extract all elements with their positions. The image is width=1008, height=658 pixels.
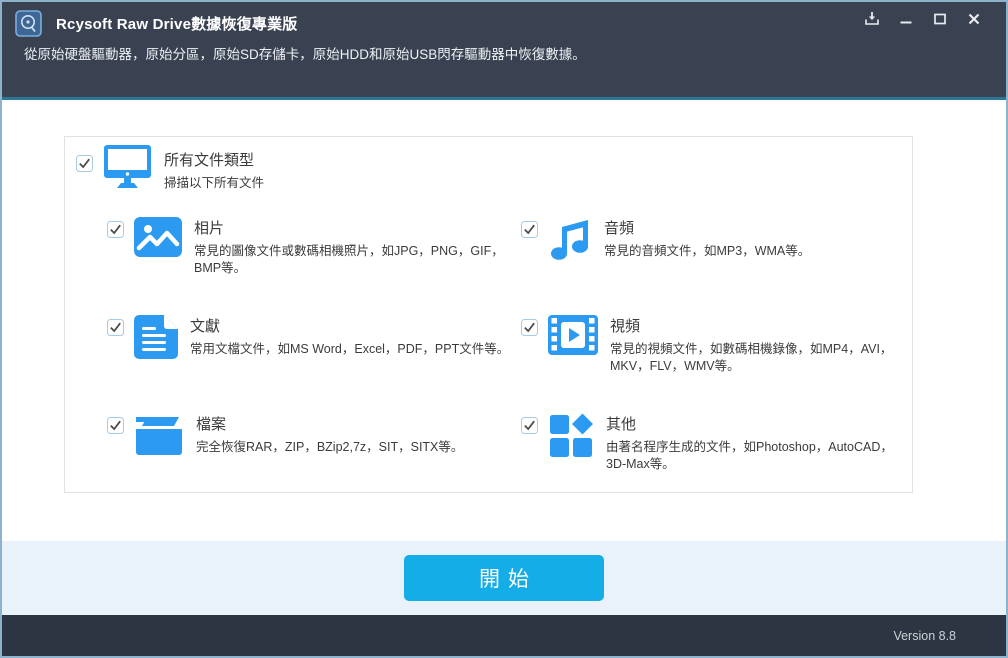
file-type-tile-video: 視頻 常見的視頻文件，如數碼相機錄像，如MP4，AVI，MKV，FLV，WMV等… xyxy=(521,315,906,413)
file-type-label: 相片 xyxy=(194,220,225,237)
monitor-icon xyxy=(104,145,151,194)
checkbox-documents[interactable] xyxy=(107,319,124,336)
file-type-tile-others: 其他 由著名程序生成的文件，如Photoshop，AutoCAD，3D-Max等… xyxy=(521,413,906,511)
version-label: Version 8.8 xyxy=(893,628,956,643)
maximize-icon xyxy=(933,12,947,26)
all-file-types-description: 掃描以下所有文件 xyxy=(164,176,265,190)
close-icon xyxy=(967,12,981,26)
download-icon xyxy=(864,11,880,26)
open-folder-icon xyxy=(134,413,184,460)
file-type-tile-archives: 檔案 完全恢復RAR，ZIP，BZip2,7z，SIT，SITX等。 xyxy=(107,413,521,511)
file-type-label: 文獻 xyxy=(190,318,221,335)
file-type-description: 完全恢復RAR，ZIP，BZip2,7z，SIT，SITX等。 xyxy=(196,440,464,454)
file-type-description: 常見的圖像文件或數碼相機照片，如JPG，PNG，GIF，BMP等。 xyxy=(194,244,504,275)
video-icon xyxy=(548,315,598,360)
main-area: 所有文件類型 掃描以下所有文件 相片 常見的圖像文件或數碼相機照片，如JPG，P… xyxy=(2,100,1006,541)
title-bar: Rcysoft Raw Drive數據恢復專業版 從原始硬盤驅動器，原始分區，原… xyxy=(2,2,1006,97)
file-type-label: 其他 xyxy=(606,416,637,433)
maximize-button[interactable] xyxy=(926,9,953,28)
checkbox-archives[interactable] xyxy=(107,417,124,434)
action-strip: 開始 xyxy=(2,541,1006,615)
minimize-button[interactable] xyxy=(892,9,919,28)
file-type-label: 視頻 xyxy=(610,318,641,335)
download-button[interactable] xyxy=(858,9,885,28)
file-type-description: 由著名程序生成的文件，如Photoshop，AutoCAD，3D-Max等。 xyxy=(606,440,893,471)
window-controls xyxy=(858,9,987,28)
app-logo-icon xyxy=(15,10,42,37)
file-type-tile-photos: 相片 常見的圖像文件或數碼相機照片，如JPG，PNG，GIF，BMP等。 xyxy=(107,217,521,315)
checkbox-others[interactable] xyxy=(521,417,538,434)
file-type-description: 常見的視頻文件，如數碼相機錄像，如MP4，AVI，MKV，FLV，WMV等。 xyxy=(610,342,893,373)
app-title: Rcysoft Raw Drive數據恢復專業版 xyxy=(56,16,298,33)
shapes-grid-icon xyxy=(548,413,594,464)
file-type-tile-documents: 文獻 常用文檔文件，如MS Word，Excel，PDF，PPT文件等。 xyxy=(107,315,521,413)
file-type-description: 常用文檔文件，如MS Word，Excel，PDF，PPT文件等。 xyxy=(190,342,510,356)
start-button[interactable]: 開始 xyxy=(404,555,604,601)
file-type-label: 檔案 xyxy=(196,416,227,433)
checkbox-audio[interactable] xyxy=(521,221,538,238)
file-types-panel: 所有文件類型 掃描以下所有文件 相片 常見的圖像文件或數碼相機照片，如JPG，P… xyxy=(64,136,913,493)
checkbox-all-file-types[interactable] xyxy=(76,155,93,172)
music-note-icon xyxy=(548,217,592,266)
checkbox-photos[interactable] xyxy=(107,221,124,238)
file-type-description: 常見的音頻文件，如MP3，WMA等。 xyxy=(604,244,811,258)
app-subtitle: 從原始硬盤驅動器，原始分區，原始SD存儲卡，原始HDD和原始USB閃存驅動器中恢… xyxy=(24,47,586,62)
all-file-types-label: 所有文件類型 xyxy=(164,152,255,169)
checkbox-video[interactable] xyxy=(521,319,538,336)
file-types-grid: 相片 常見的圖像文件或數碼相機照片，如JPG，PNG，GIF，BMP等。 音頻 … xyxy=(65,199,912,511)
photo-icon xyxy=(134,217,182,262)
close-button[interactable] xyxy=(960,9,987,28)
file-type-label: 音頻 xyxy=(604,220,635,237)
document-icon xyxy=(134,315,178,364)
app-window: Rcysoft Raw Drive數據恢復專業版 從原始硬盤驅動器，原始分區，原… xyxy=(0,0,1008,658)
all-file-types-row: 所有文件類型 掃描以下所有文件 xyxy=(65,137,912,199)
footer-bar: Version 8.8 xyxy=(2,615,1006,656)
file-type-tile-audio: 音頻 常見的音頻文件，如MP3，WMA等。 xyxy=(521,217,906,315)
minimize-icon xyxy=(899,12,913,26)
